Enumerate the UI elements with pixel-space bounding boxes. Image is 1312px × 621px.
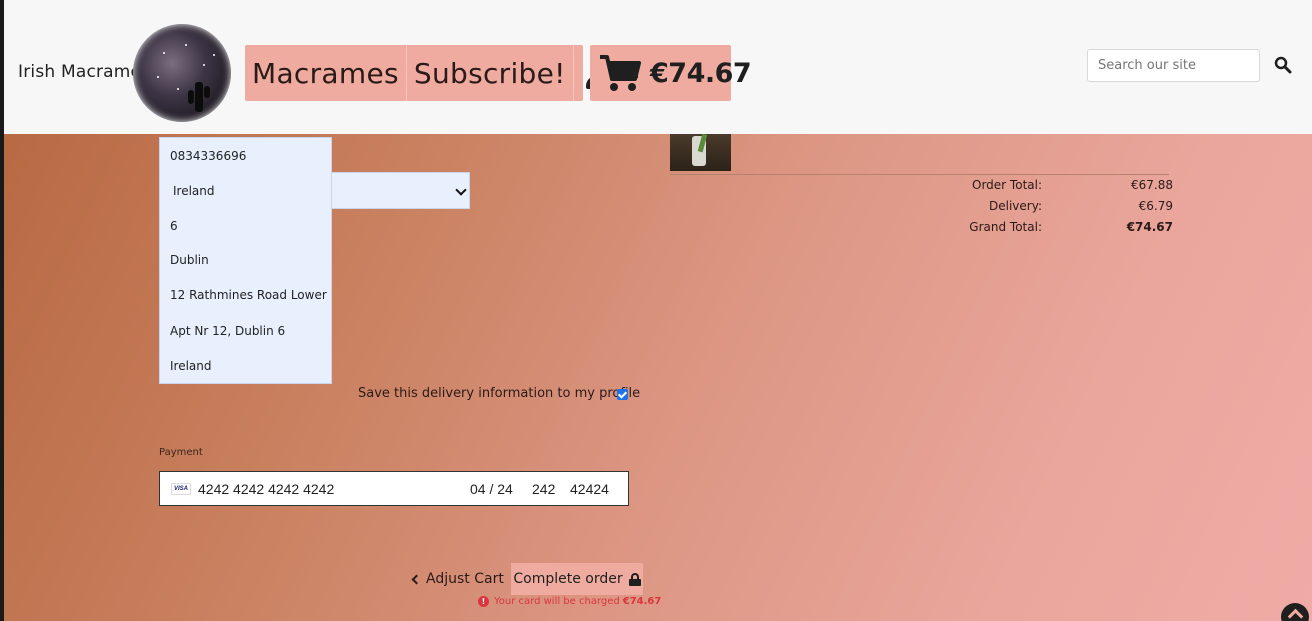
chevron-left-icon [411,574,422,584]
card-expiry[interactable]: 04 / 24 [470,481,513,497]
country-select[interactable] [332,172,470,209]
autofill-option-street2[interactable]: Apt Nr 12, Dublin 6 [170,324,285,338]
adjust-cart-label: Adjust Cart [426,571,504,587]
autofill-option-country[interactable]: Ireland [173,184,215,198]
payment-label: Payment [159,447,203,458]
card-number[interactable]: 4242 4242 4242 4242 [198,481,334,497]
charge-note-text: Your card will be charged [494,596,620,607]
charge-amount: €74.67 [622,596,662,607]
nav-macrames[interactable]: Macrames [245,45,407,101]
search-input[interactable] [1087,49,1260,82]
brand-name[interactable]: Irish Macrames [18,62,150,82]
grand-total-label: Grand Total: [969,220,1042,234]
complete-order-button[interactable]: Complete order [511,563,643,595]
card-postal[interactable]: 42424 [570,481,609,497]
complete-order-label: Complete order [513,571,623,587]
cart-button[interactable]: €74.67 [590,45,752,101]
visa-card-icon: VISA [171,482,191,495]
delivery-label: Delivery: [989,199,1042,213]
delivery-value: €6.79 [1138,199,1173,213]
summary-divider [670,174,1169,175]
card-cvc[interactable]: 242 [532,481,555,497]
grand-total-value: €74.67 [1126,220,1173,234]
nav-subscribe[interactable]: Subscribe! [407,45,574,101]
autofill-option-phone[interactable]: 0834336696 [170,149,246,163]
alert-icon: ! [478,596,489,607]
save-info-label: Save this delivery information to my pro… [358,386,641,401]
chevron-down-icon [455,184,467,196]
main-nav: Macrames Subscribe! [245,45,651,101]
autofill-option-postcode[interactable]: 6 [170,219,178,233]
autofill-option-city[interactable]: Dublin [170,253,209,267]
cart-total: €74.67 [650,57,752,89]
product-thumbnail[interactable] [670,134,731,171]
site-header: Irish Macrames Macrames Subscribe! €74.6… [4,0,1312,134]
cactus-icon [195,82,203,112]
card-input[interactable]: VISA 4242 4242 4242 4242 04 / 24 242 424… [159,471,629,506]
site-logo[interactable] [133,24,231,122]
charge-notice: ! Your card will be charged €74.67 [478,596,661,607]
lock-icon [628,572,641,586]
order-total-value: €67.88 [1131,178,1173,192]
shopping-cart-icon [598,53,642,93]
save-info-checkbox[interactable] [617,389,628,400]
order-total-label: Order Total: [972,178,1042,192]
autofill-option-county[interactable]: Ireland [170,359,212,373]
search-icon[interactable] [1274,56,1292,74]
autofill-option-street1[interactable]: 12 Rathmines Road Lower [170,288,327,302]
autofill-dropdown: 0834336696 Ireland 6 Dublin 12 Rathmines… [159,137,332,384]
adjust-cart-link[interactable]: Adjust Cart [411,571,504,587]
